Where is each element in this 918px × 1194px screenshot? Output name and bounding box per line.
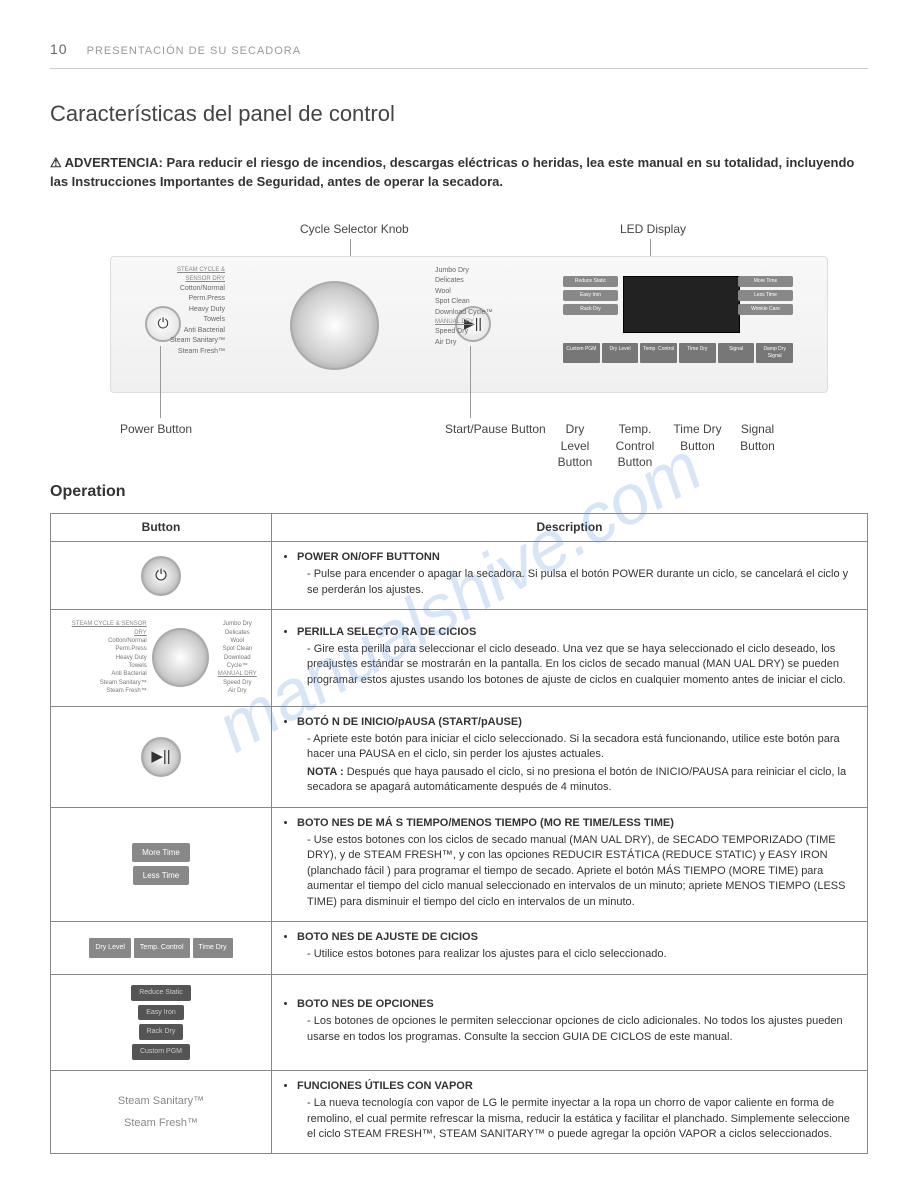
knob-section: STEAM CYCLE & SENSOR DRY Cotton/Normal P… — [220, 266, 450, 386]
cycle-knob — [290, 281, 379, 370]
col-button: Button — [51, 514, 272, 542]
warning-text: Para reducir el riesgo de incendios, des… — [50, 155, 854, 188]
label-start-pause: Start/Pause Button — [445, 421, 546, 438]
temp-control-btn: Temp. Control — [134, 938, 190, 958]
knob-icon — [152, 628, 209, 687]
power-icon: ⏻ — [141, 556, 181, 596]
opt-reduce-static: Reduce Static — [131, 985, 191, 1001]
operation-table: Button Description ⏻ POWER ON/OFF BUTTON… — [50, 513, 868, 1154]
dry-level-btn: Dry Level — [89, 938, 131, 958]
mini-cycles-left: STEAM CYCLE & SENSOR DRY Cotton/NormalPe… — [61, 620, 147, 696]
led-right-buttons: More Time Less Time Wrinkle Care — [738, 276, 793, 318]
led-screen — [623, 276, 740, 333]
label-led-display: LED Display — [620, 221, 686, 238]
table-row: Dry Level Temp. Control Time Dry BOTO NE… — [51, 921, 868, 974]
operation-heading: Operation — [50, 481, 868, 503]
less-time-btn: Less Time — [133, 866, 189, 885]
led-section: Reduce Static Easy Iron Rack Dry More Ti… — [558, 271, 798, 371]
led-bottom-buttons: Custom PGM Dry Level Temp. Control Time … — [563, 343, 793, 363]
cycle-labels-right: Jumbo Dry Delicates Wool Spot Clean Down… — [435, 266, 505, 349]
table-row: More Time Less Time BOTO NES DE MÁ S TIE… — [51, 807, 868, 921]
led-left-buttons: Reduce Static Easy Iron Rack Dry — [563, 276, 618, 318]
cycle-labels-left: STEAM CYCLE & SENSOR DRY Cotton/Normal P… — [150, 266, 225, 358]
table-row: Reduce Static Easy Iron Rack Dry Custom … — [51, 974, 868, 1070]
table-row: STEAM CYCLE & SENSOR DRY Cotton/NormalPe… — [51, 610, 868, 707]
section-name: PRESENTACIÓN DE SU SECADORA — [87, 45, 301, 57]
warning-label: ADVERTENCIA: — [65, 155, 163, 170]
opt-custom-pgm: Custom PGM — [132, 1044, 190, 1060]
time-dry-btn: Time Dry — [193, 938, 233, 958]
label-signal: Signal Button — [735, 421, 780, 455]
table-row: Steam Sanitary™ Steam Fresh™ FUNCIONES Ú… — [51, 1070, 868, 1154]
opt-easy-iron: Easy Iron — [138, 1005, 184, 1021]
table-row: ▶|| BOTÓ N DE INICIO/pAUSA (START/pAUSE)… — [51, 706, 868, 807]
table-row: ⏻ POWER ON/OFF BUTTONN- Pulse para encen… — [51, 541, 868, 609]
control-panel-diagram: Cycle Selector Knob LED Display ⏻ ▶|| ST… — [50, 221, 868, 451]
label-temp-control: Temp. Control Button — [610, 421, 660, 471]
label-power-button: Power Button — [120, 421, 192, 438]
page-header: 10 PRESENTACIÓN DE SU SECADORA — [50, 40, 868, 69]
steam-labels: Steam Sanitary™ Steam Fresh™ — [61, 1090, 261, 1134]
warning-block: ADVERTENCIA: Para reducir el riesgo de i… — [50, 154, 868, 190]
more-time-btn: More Time — [132, 843, 190, 862]
mini-cycles-right: Jumbo DryDelicatesWoolSpot CleanDownload… — [214, 620, 261, 696]
col-description: Description — [272, 514, 868, 542]
opt-rack-dry: Rack Dry — [139, 1024, 184, 1040]
label-cycle-knob: Cycle Selector Knob — [300, 221, 409, 238]
label-dry-level: Dry Level Button — [550, 421, 600, 471]
page-number: 10 — [50, 40, 68, 60]
play-pause-icon: ▶|| — [141, 737, 181, 777]
warning-icon — [50, 155, 65, 170]
label-time-dry: Time Dry Button — [670, 421, 725, 455]
page-title: Características del panel de control — [50, 99, 868, 130]
